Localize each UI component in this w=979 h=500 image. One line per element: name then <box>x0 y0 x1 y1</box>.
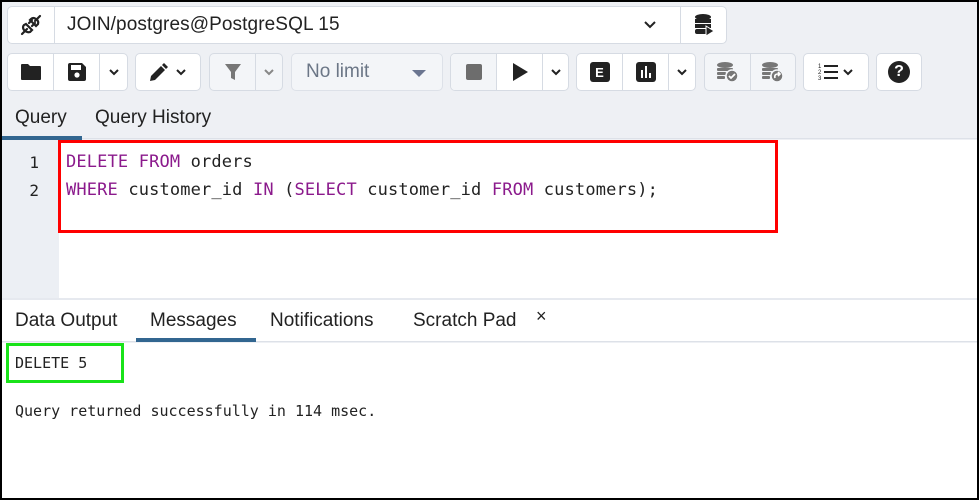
database-check-icon <box>716 62 739 83</box>
filter-group <box>209 53 283 91</box>
database-undo-icon <box>762 62 784 83</box>
plug-icon <box>20 14 42 36</box>
chevron-down-icon <box>842 69 853 76</box>
execute-options-dropdown[interactable] <box>543 54 568 90</box>
connection-bar: JOIN/postgres@PostgreSQL 15 <box>7 6 727 44</box>
tab-query-history[interactable]: Query History <box>95 107 211 129</box>
chevron-down-icon <box>550 69 561 76</box>
line-number-gutter: 1 2 <box>2 140 59 298</box>
line-number: 2 <box>29 181 39 200</box>
help-group: ? <box>876 53 922 91</box>
transaction-group <box>704 53 796 91</box>
chart-bar-icon <box>635 62 656 82</box>
execute-button[interactable] <box>497 54 543 90</box>
query-tabs: Query Query History <box>2 99 977 140</box>
svg-text:3: 3 <box>818 76 822 82</box>
folder-icon <box>20 64 41 80</box>
explain-analyze-button[interactable] <box>623 54 669 90</box>
row-limit-select[interactable]: No limit <box>291 53 443 91</box>
chevron-down-icon <box>264 69 274 76</box>
tab-messages[interactable]: Messages <box>150 310 237 332</box>
line-number: 1 <box>29 153 39 172</box>
explain-options-dropdown[interactable] <box>669 54 695 90</box>
help-button[interactable]: ? <box>877 54 921 90</box>
chevron-down-icon <box>176 69 186 76</box>
tab-notifications[interactable]: Notifications <box>270 310 374 332</box>
tab-query[interactable]: Query <box>15 107 67 129</box>
database-play-icon <box>694 14 715 37</box>
connection-select[interactable]: JOIN/postgres@PostgreSQL 15 <box>55 6 681 44</box>
chevron-down-icon <box>677 69 687 76</box>
tab-scratch-pad[interactable]: Scratch Pad <box>413 310 517 332</box>
filter-icon <box>224 64 241 80</box>
new-connection-button[interactable] <box>681 6 727 44</box>
numbered-list-icon: 1 2 3 <box>818 64 838 82</box>
floppy-icon <box>67 63 86 81</box>
macros-button[interactable]: 1 2 3 <box>804 54 868 90</box>
query-tool-window: JOIN/postgres@PostgreSQL 15 No limit E 1… <box>2 2 977 498</box>
explain-icon: E <box>589 62 610 82</box>
row-limit-value: No limit <box>306 61 370 82</box>
caret-down-icon <box>412 70 426 77</box>
status-message: Query returned successfully in 114 msec. <box>15 402 377 420</box>
sql-editor[interactable]: 1 2 DELETE FROM orders WHERE customer_id… <box>2 140 977 302</box>
chevron-down-icon <box>644 21 656 29</box>
help-icon: ? <box>888 61 910 83</box>
stop-icon <box>465 64 482 80</box>
stop-button[interactable] <box>451 54 497 90</box>
edit-button[interactable] <box>136 54 200 90</box>
query-highlight-box <box>58 140 778 233</box>
filter-dropdown[interactable] <box>256 54 282 90</box>
chevron-down-icon <box>108 69 119 76</box>
messages-panel: DELETE 5 Query returned successfully in … <box>2 343 977 498</box>
pencil-icon <box>150 63 168 81</box>
connection-label: JOIN/postgres@PostgreSQL 15 <box>67 14 340 35</box>
save-file-button[interactable] <box>54 54 100 90</box>
connection-status-button[interactable] <box>7 6 55 44</box>
active-tab-indicator <box>136 338 256 342</box>
result-tabs: Data Output Messages Notifications Scrat… <box>2 300 977 342</box>
rollback-button[interactable] <box>751 54 795 90</box>
close-icon[interactable]: × <box>536 306 547 327</box>
tab-data-output[interactable]: Data Output <box>15 310 117 332</box>
edit-group <box>135 53 201 91</box>
save-options-dropdown[interactable] <box>100 54 127 90</box>
macros-group: 1 2 3 <box>803 53 869 91</box>
play-icon <box>512 63 528 81</box>
filter-button[interactable] <box>210 54 256 90</box>
result-highlight-box <box>6 343 124 383</box>
open-file-button[interactable] <box>8 54 54 90</box>
explain-button[interactable]: E <box>577 54 623 90</box>
execute-group <box>450 53 569 91</box>
explain-group: E <box>576 53 696 91</box>
file-group <box>7 53 128 91</box>
commit-button[interactable] <box>705 54 751 90</box>
